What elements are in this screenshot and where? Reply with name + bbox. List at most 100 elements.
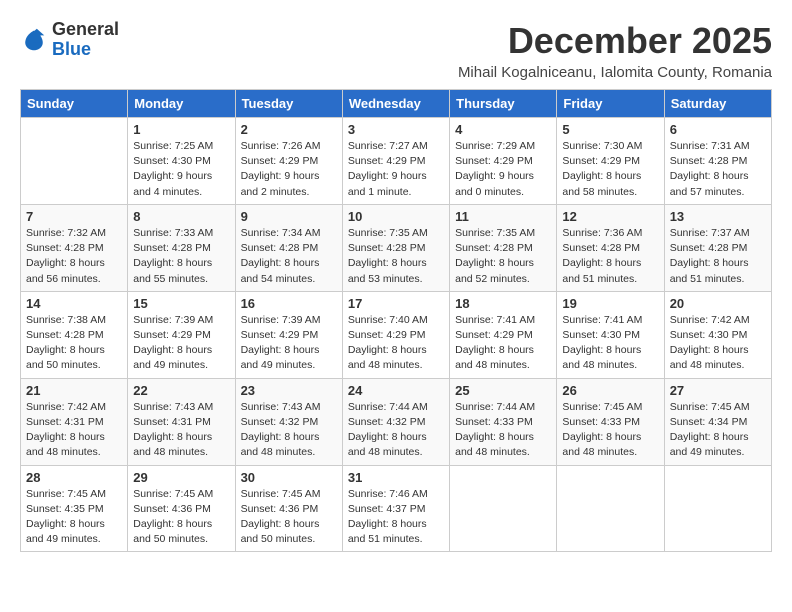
calendar-cell: 28 Sunrise: 7:45 AM Sunset: 4:35 PM Dayli… xyxy=(21,465,128,552)
calendar-cell: 24 Sunrise: 7:44 AM Sunset: 4:32 PM Dayli… xyxy=(342,378,449,465)
day-number: 22 xyxy=(133,383,229,398)
day-number: 7 xyxy=(26,209,122,224)
day-number: 13 xyxy=(670,209,766,224)
day-info: Sunrise: 7:29 AM Sunset: 4:29 PM Dayligh… xyxy=(455,139,551,200)
calendar-cell: 25 Sunrise: 7:44 AM Sunset: 4:33 PM Dayli… xyxy=(450,378,557,465)
day-number: 11 xyxy=(455,209,551,224)
day-info: Sunrise: 7:35 AM Sunset: 4:28 PM Dayligh… xyxy=(455,226,551,287)
day-number: 1 xyxy=(133,122,229,137)
day-info: Sunrise: 7:44 AM Sunset: 4:33 PM Dayligh… xyxy=(455,400,551,461)
calendar-cell: 16 Sunrise: 7:39 AM Sunset: 4:29 PM Dayli… xyxy=(235,291,342,378)
day-info: Sunrise: 7:44 AM Sunset: 4:32 PM Dayligh… xyxy=(348,400,444,461)
day-number: 19 xyxy=(562,296,658,311)
logo: General Blue xyxy=(20,20,119,60)
calendar-week-row: 14 Sunrise: 7:38 AM Sunset: 4:28 PM Dayli… xyxy=(21,291,772,378)
calendar-cell: 26Sunrise: 7:45 AM Sunset: 4:33 PM Dayli… xyxy=(557,378,664,465)
calendar-cell: 19Sunrise: 7:41 AM Sunset: 4:30 PM Dayli… xyxy=(557,291,664,378)
day-info: Sunrise: 7:45 AM Sunset: 4:36 PM Dayligh… xyxy=(241,487,337,548)
calendar-cell: 7Sunrise: 7:32 AM Sunset: 4:28 PM Daylig… xyxy=(21,204,128,291)
day-number: 29 xyxy=(133,470,229,485)
day-info: Sunrise: 7:27 AM Sunset: 4:29 PM Dayligh… xyxy=(348,139,444,200)
day-info: Sunrise: 7:39 AM Sunset: 4:29 PM Dayligh… xyxy=(241,313,337,374)
day-info: Sunrise: 7:30 AM Sunset: 4:29 PM Dayligh… xyxy=(562,139,658,200)
calendar-cell: 17 Sunrise: 7:40 AM Sunset: 4:29 PM Dayli… xyxy=(342,291,449,378)
day-info: Sunrise: 7:34 AM Sunset: 4:28 PM Dayligh… xyxy=(241,226,337,287)
day-number: 3 xyxy=(348,122,444,137)
day-number: 5 xyxy=(562,122,658,137)
weekday-header-friday: Friday xyxy=(557,90,664,118)
day-info: Sunrise: 7:40 AM Sunset: 4:29 PM Dayligh… xyxy=(348,313,444,374)
day-number: 30 xyxy=(241,470,337,485)
logo-icon xyxy=(20,26,48,54)
month-title: December 2025 xyxy=(458,20,772,62)
day-info: Sunrise: 7:31 AM Sunset: 4:28 PM Dayligh… xyxy=(670,139,766,200)
day-info: Sunrise: 7:43 AM Sunset: 4:31 PM Dayligh… xyxy=(133,400,229,461)
calendar-week-row: 7Sunrise: 7:32 AM Sunset: 4:28 PM Daylig… xyxy=(21,204,772,291)
location-title: Mihail Kogalniceanu, Ialomita County, Ro… xyxy=(458,64,772,81)
day-number: 12 xyxy=(562,209,658,224)
day-number: 17 xyxy=(348,296,444,311)
calendar-table: SundayMondayTuesdayWednesdayThursdayFrid… xyxy=(20,89,772,552)
day-number: 8 xyxy=(133,209,229,224)
day-info: Sunrise: 7:45 AM Sunset: 4:34 PM Dayligh… xyxy=(670,400,766,461)
calendar-cell: 31 Sunrise: 7:46 AM Sunset: 4:37 PM Dayli… xyxy=(342,465,449,552)
weekday-header-thursday: Thursday xyxy=(450,90,557,118)
calendar-cell: 11 Sunrise: 7:35 AM Sunset: 4:28 PM Dayli… xyxy=(450,204,557,291)
day-info: Sunrise: 7:42 AM Sunset: 4:31 PM Dayligh… xyxy=(26,400,122,461)
calendar-cell: 15Sunrise: 7:39 AM Sunset: 4:29 PM Dayli… xyxy=(128,291,235,378)
day-number: 20 xyxy=(670,296,766,311)
day-info: Sunrise: 7:46 AM Sunset: 4:37 PM Dayligh… xyxy=(348,487,444,548)
day-info: Sunrise: 7:38 AM Sunset: 4:28 PM Dayligh… xyxy=(26,313,122,374)
calendar-cell: 4 Sunrise: 7:29 AM Sunset: 4:29 PM Daylig… xyxy=(450,118,557,205)
day-info: Sunrise: 7:45 AM Sunset: 4:36 PM Dayligh… xyxy=(133,487,229,548)
day-info: Sunrise: 7:45 AM Sunset: 4:33 PM Dayligh… xyxy=(562,400,658,461)
day-number: 28 xyxy=(26,470,122,485)
day-number: 23 xyxy=(241,383,337,398)
calendar-cell: 27 Sunrise: 7:45 AM Sunset: 4:34 PM Dayli… xyxy=(664,378,771,465)
day-number: 16 xyxy=(241,296,337,311)
calendar-cell: 6 Sunrise: 7:31 AM Sunset: 4:28 PM Daylig… xyxy=(664,118,771,205)
weekday-header-saturday: Saturday xyxy=(664,90,771,118)
day-info: Sunrise: 7:42 AM Sunset: 4:30 PM Dayligh… xyxy=(670,313,766,374)
calendar-cell xyxy=(450,465,557,552)
calendar-cell: 10Sunrise: 7:35 AM Sunset: 4:28 PM Dayli… xyxy=(342,204,449,291)
day-info: Sunrise: 7:37 AM Sunset: 4:28 PM Dayligh… xyxy=(670,226,766,287)
calendar-week-row: 28 Sunrise: 7:45 AM Sunset: 4:35 PM Dayli… xyxy=(21,465,772,552)
calendar-cell: 8Sunrise: 7:33 AM Sunset: 4:28 PM Daylig… xyxy=(128,204,235,291)
day-number: 31 xyxy=(348,470,444,485)
logo-text: General Blue xyxy=(52,20,119,60)
day-info: Sunrise: 7:36 AM Sunset: 4:28 PM Dayligh… xyxy=(562,226,658,287)
calendar-cell xyxy=(664,465,771,552)
day-info: Sunrise: 7:25 AM Sunset: 4:30 PM Dayligh… xyxy=(133,139,229,200)
day-number: 21 xyxy=(26,383,122,398)
title-block: December 2025 Mihail Kogalniceanu, Ialom… xyxy=(458,20,772,81)
day-number: 6 xyxy=(670,122,766,137)
calendar-cell: 14 Sunrise: 7:38 AM Sunset: 4:28 PM Dayli… xyxy=(21,291,128,378)
day-info: Sunrise: 7:41 AM Sunset: 4:29 PM Dayligh… xyxy=(455,313,551,374)
day-info: Sunrise: 7:45 AM Sunset: 4:35 PM Dayligh… xyxy=(26,487,122,548)
calendar-week-row: 21 Sunrise: 7:42 AM Sunset: 4:31 PM Dayli… xyxy=(21,378,772,465)
day-number: 4 xyxy=(455,122,551,137)
day-number: 2 xyxy=(241,122,337,137)
day-number: 14 xyxy=(26,296,122,311)
day-number: 15 xyxy=(133,296,229,311)
calendar-cell: 9 Sunrise: 7:34 AM Sunset: 4:28 PM Daylig… xyxy=(235,204,342,291)
calendar-cell xyxy=(21,118,128,205)
calendar-cell: 3 Sunrise: 7:27 AM Sunset: 4:29 PM Daylig… xyxy=(342,118,449,205)
calendar-cell: 22 Sunrise: 7:43 AM Sunset: 4:31 PM Dayli… xyxy=(128,378,235,465)
day-number: 27 xyxy=(670,383,766,398)
day-number: 24 xyxy=(348,383,444,398)
page-header: General Blue December 2025 Mihail Kogaln… xyxy=(20,20,772,81)
day-number: 18 xyxy=(455,296,551,311)
calendar-cell: 18 Sunrise: 7:41 AM Sunset: 4:29 PM Dayli… xyxy=(450,291,557,378)
calendar-cell: 5 Sunrise: 7:30 AM Sunset: 4:29 PM Daylig… xyxy=(557,118,664,205)
calendar-cell: 13 Sunrise: 7:37 AM Sunset: 4:28 PM Dayli… xyxy=(664,204,771,291)
calendar-cell: 29 Sunrise: 7:45 AM Sunset: 4:36 PM Dayli… xyxy=(128,465,235,552)
weekday-header-monday: Monday xyxy=(128,90,235,118)
day-info: Sunrise: 7:43 AM Sunset: 4:32 PM Dayligh… xyxy=(241,400,337,461)
weekday-header-row: SundayMondayTuesdayWednesdayThursdayFrid… xyxy=(21,90,772,118)
calendar-cell: 12 Sunrise: 7:36 AM Sunset: 4:28 PM Dayli… xyxy=(557,204,664,291)
weekday-header-tuesday: Tuesday xyxy=(235,90,342,118)
day-number: 9 xyxy=(241,209,337,224)
day-number: 25 xyxy=(455,383,551,398)
